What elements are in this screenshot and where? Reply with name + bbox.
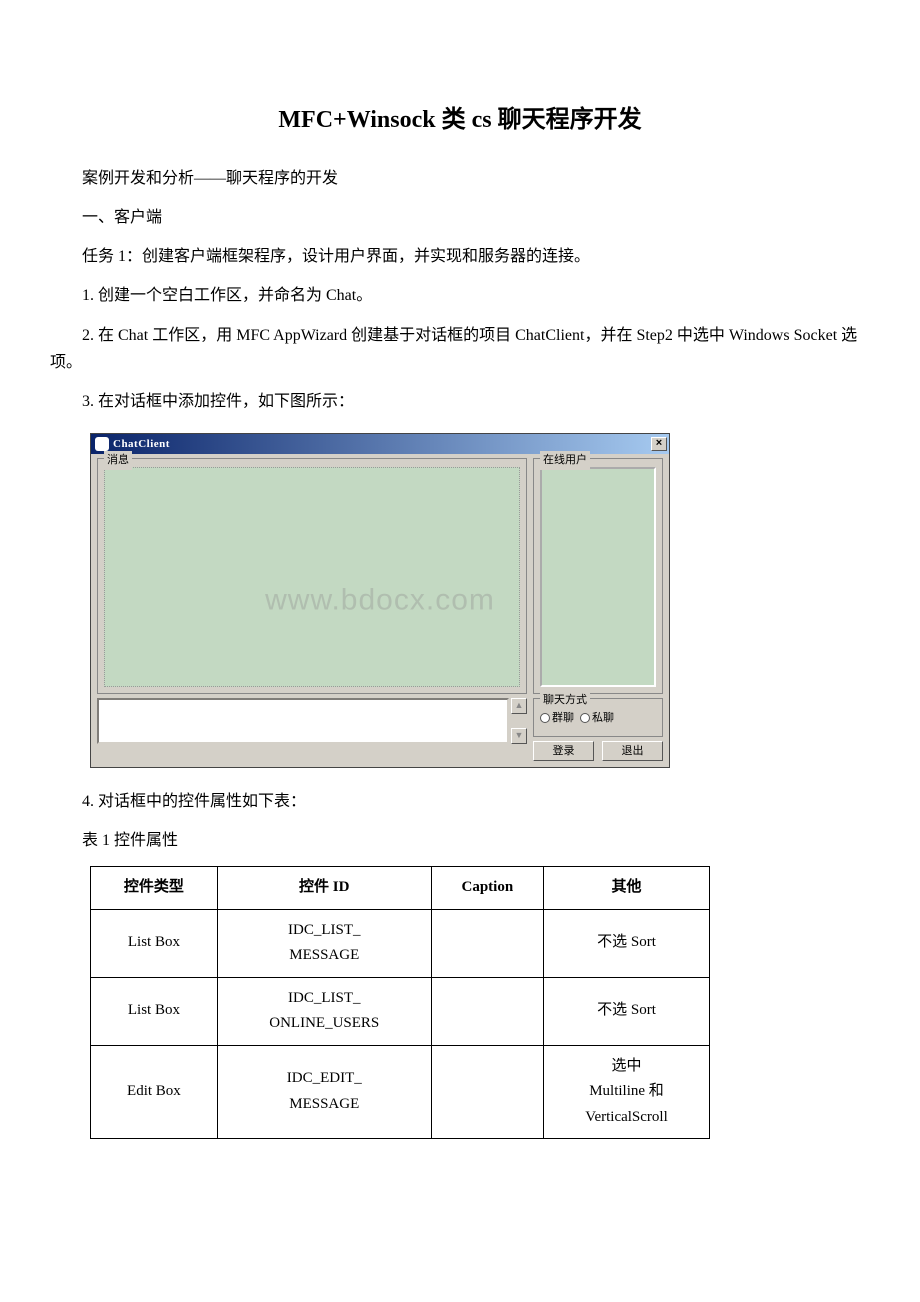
cell: List Box — [91, 977, 218, 1045]
cell — [431, 1045, 543, 1139]
paragraph: 表 1 控件属性 — [50, 827, 870, 854]
paragraph: 3. 在对话框中添加控件，如下图所示： — [50, 388, 870, 415]
group-chat-mode: 聊天方式 群聊 私聊 — [533, 698, 663, 737]
cell: IDC_LIST_ MESSAGE — [217, 909, 431, 977]
paragraph: 一、客户端 — [50, 204, 870, 231]
group-label: 消息 — [104, 451, 132, 470]
cell: IDC_EDIT_ MESSAGE — [217, 1045, 431, 1139]
close-icon[interactable]: × — [651, 437, 667, 451]
message-listbox[interactable] — [104, 467, 520, 687]
cell: 不选 Sort — [544, 977, 710, 1045]
table-row: List Box IDC_LIST_ ONLINE_USERS 不选 Sort — [91, 977, 710, 1045]
cell — [431, 909, 543, 977]
radio-label: 私聊 — [592, 712, 614, 724]
paragraph: 4. 对话框中的控件属性如下表： — [50, 788, 870, 815]
message-input[interactable] — [97, 698, 509, 744]
app-icon — [95, 437, 109, 451]
paragraph: 1. 创建一个空白工作区，并命名为 Chat。 — [50, 282, 870, 309]
cell: Edit Box — [91, 1045, 218, 1139]
radio-private-chat[interactable]: 私聊 — [580, 709, 614, 728]
online-users-listbox[interactable] — [540, 467, 656, 687]
paragraph: 2. 在 Chat 工作区，用 MFC AppWizard 创建基于对话框的项目… — [50, 322, 870, 376]
paragraph: 案例开发和分析——聊天程序的开发 — [50, 165, 870, 192]
th-type: 控件类型 — [91, 867, 218, 910]
group-messages: 消息 — [97, 458, 527, 694]
radio-label: 群聊 — [552, 712, 574, 724]
th-id: 控件 ID — [217, 867, 431, 910]
group-online-users: 在线用户 — [533, 458, 663, 694]
table-row: List Box IDC_LIST_ MESSAGE 不选 Sort — [91, 909, 710, 977]
th-other: 其他 — [544, 867, 710, 910]
cell — [431, 977, 543, 1045]
login-button[interactable]: 登录 — [533, 741, 594, 761]
exit-button[interactable]: 退出 — [602, 741, 663, 761]
cell: List Box — [91, 909, 218, 977]
th-caption: Caption — [431, 867, 543, 910]
scroll-down-icon[interactable]: ▼ — [511, 728, 527, 744]
cell: 选中 Multiline 和 VerticalScroll — [544, 1045, 710, 1139]
controls-table: 控件类型 控件 ID Caption 其他 List Box IDC_LIST_… — [90, 866, 710, 1139]
paragraph: 任务 1：创建客户端框架程序，设计用户界面，并实现和服务器的连接。 — [50, 243, 870, 270]
cell: 不选 Sort — [544, 909, 710, 977]
scroll-up-icon[interactable]: ▲ — [511, 698, 527, 714]
cell: IDC_LIST_ ONLINE_USERS — [217, 977, 431, 1045]
page-title: MFC+Winsock 类 cs 聊天程序开发 — [50, 100, 870, 141]
table-row: Edit Box IDC_EDIT_ MESSAGE 选中 Multiline … — [91, 1045, 710, 1139]
chatclient-dialog: ChatClient × 消息 ▲ ▼ 在线用户 聊天方式 — [90, 433, 670, 768]
group-label: 聊天方式 — [540, 691, 590, 710]
radio-group-chat[interactable]: 群聊 — [540, 709, 574, 728]
group-label: 在线用户 — [540, 451, 590, 470]
